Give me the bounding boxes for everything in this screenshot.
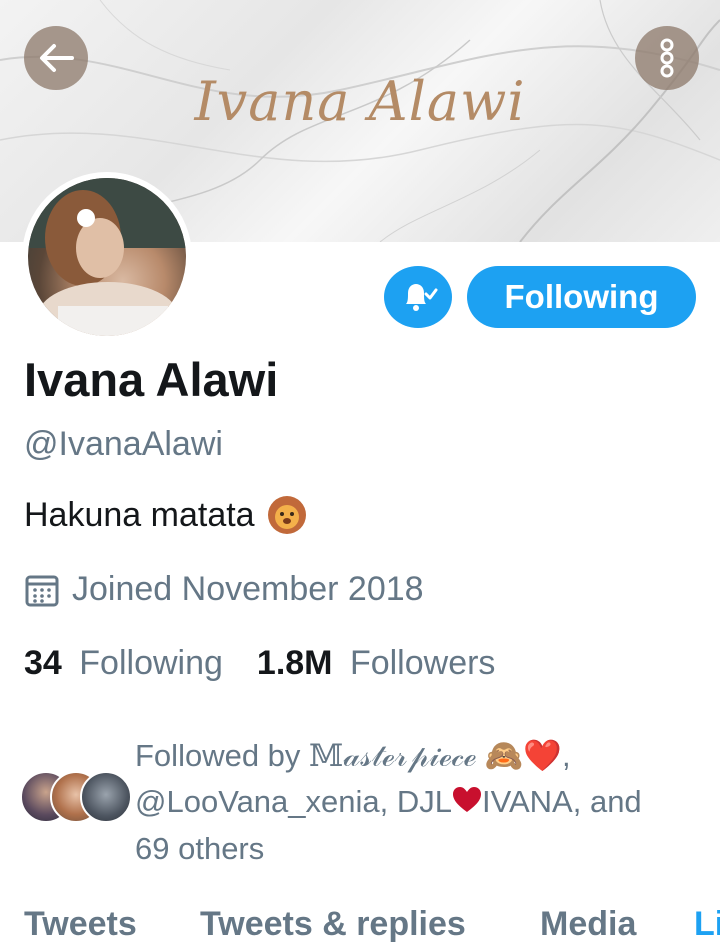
following-count: 34 [24, 644, 62, 682]
more-options-button[interactable] [635, 26, 699, 90]
follower-names-b: IVANA, and [482, 784, 642, 819]
tab-tweets[interactable]: Tweets [24, 905, 137, 944]
lion-face-icon [267, 495, 307, 535]
follow-counts: 34 Following 1.8M Followers [24, 644, 495, 683]
avatar-photo [28, 178, 186, 336]
separator: , [562, 738, 571, 773]
followed-by-text[interactable]: Followed by 𝕄𝒶𝓈𝓉ℯ𝓇𝓅𝒾ℯ𝒸ℯ 🙈❤️, @LooVana_xe… [135, 733, 705, 871]
followers-count: 1.8M [256, 644, 333, 682]
follower-name-1: 𝕄𝒶𝓈𝓉ℯ𝓇𝓅𝒾ℯ𝒸ℯ [309, 738, 477, 774]
arrow-left-icon [40, 44, 74, 72]
tab-likes[interactable]: Li [694, 905, 720, 944]
notifications-button[interactable] [384, 266, 452, 328]
bio-text: Hakuna matata [24, 495, 255, 534]
banner-title: Ivana Alawi [194, 70, 526, 133]
profile-name: Ivana Alawi [24, 353, 279, 406]
back-button[interactable] [24, 26, 88, 90]
followed-by-prefix: Followed by [135, 738, 301, 773]
following-label: Following [79, 644, 223, 682]
profile-bio: Hakuna matata [24, 495, 307, 535]
followed-by-avatars[interactable] [20, 771, 132, 823]
followers-count-link[interactable]: 1.8M Followers [257, 644, 496, 683]
profile-tabs: Tweets Tweets & replies Media Li [0, 905, 720, 948]
heart-icon [452, 781, 482, 826]
follower-name-1-emojis: 🙈❤️ [484, 738, 562, 773]
followed-by-line-3: 69 others [135, 831, 265, 867]
follower-names-a: @LooVana_xenia, DJL [135, 784, 452, 819]
mini-avatar [80, 771, 132, 823]
following-count-link[interactable]: 34 Following [24, 644, 223, 683]
followers-label: Followers [349, 644, 496, 682]
profile-avatar[interactable] [22, 172, 192, 342]
followed-by-line-2: @LooVana_xenia, DJL IVANA, and [135, 779, 705, 826]
joined-date: Joined November 2018 [24, 570, 424, 609]
followed-by-line-1: Followed by 𝕄𝒶𝓈𝓉ℯ𝓇𝓅𝒾ℯ𝒸ℯ 🙈❤️, [135, 733, 705, 779]
profile-handle: @IvanaAlawi [24, 425, 223, 463]
tab-media[interactable]: Media [540, 905, 636, 944]
following-button[interactable]: Following [467, 266, 696, 328]
more-vertical-icon [660, 38, 674, 78]
bell-check-icon [406, 284, 438, 311]
tab-tweets-and-replies[interactable]: Tweets & replies [200, 905, 466, 944]
joined-text: Joined November 2018 [72, 570, 424, 608]
calendar-icon [25, 575, 59, 606]
